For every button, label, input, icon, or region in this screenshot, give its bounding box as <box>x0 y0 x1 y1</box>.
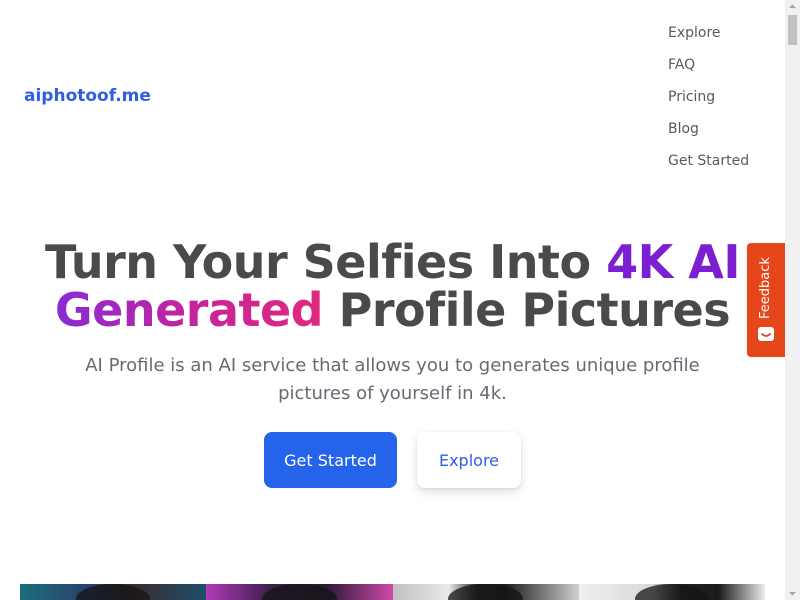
site-logo[interactable]: aiphotoof.me <box>24 85 151 107</box>
nav-item-explore: Explore <box>668 22 749 54</box>
feedback-smile-icon <box>758 327 774 341</box>
vertical-scrollbar[interactable] <box>785 0 800 600</box>
gallery-image[interactable] <box>578 584 765 600</box>
hero-title-highlight-4k-ai: 4K AI <box>606 235 740 289</box>
nav-link-faq[interactable]: FAQ <box>668 57 695 73</box>
gallery-image[interactable] <box>20 584 207 600</box>
portrait-head-shape <box>448 584 523 600</box>
hero-title-part1: Turn Your Selfies Into <box>45 235 607 289</box>
hero-title: Turn Your Selfies Into 4K AI Generated Pr… <box>0 238 785 334</box>
scrollbar-thumb[interactable] <box>788 15 797 45</box>
portrait-head-shape <box>262 584 337 600</box>
nav-item-pricing: Pricing <box>668 86 749 118</box>
page: aiphotoof.me Explore FAQ Pricing Blog Ge… <box>0 0 800 600</box>
nav-item-get-started: Get Started <box>668 150 749 182</box>
explore-button[interactable]: Explore <box>417 432 521 488</box>
portrait-head-shape <box>634 584 710 600</box>
gallery-image[interactable] <box>206 584 393 600</box>
hero-title-part2: Profile Pictures <box>323 283 731 337</box>
get-started-button[interactable]: Get Started <box>264 432 397 488</box>
nav-item-faq: FAQ <box>668 54 749 86</box>
profile-gallery <box>20 584 765 600</box>
feedback-tab[interactable]: Feedback <box>747 243 785 357</box>
hero-title-highlight-generated: Generated <box>54 283 324 337</box>
gallery-image[interactable] <box>392 584 579 600</box>
scroll-down-arrow-icon[interactable] <box>785 587 800 600</box>
nav-link-get-started[interactable]: Get Started <box>668 153 749 169</box>
nav-item-blog: Blog <box>668 118 749 150</box>
nav-link-pricing[interactable]: Pricing <box>668 89 715 105</box>
nav-link-explore[interactable]: Explore <box>668 25 721 41</box>
hero-subtitle: AI Profile is an AI service that allows … <box>85 355 700 404</box>
top-nav: Explore FAQ Pricing Blog Get Started <box>668 22 749 182</box>
feedback-label: Feedback <box>758 257 773 319</box>
nav-link-blog[interactable]: Blog <box>668 121 699 137</box>
scroll-up-arrow-icon[interactable] <box>785 0 800 13</box>
portrait-head-shape <box>75 584 151 600</box>
